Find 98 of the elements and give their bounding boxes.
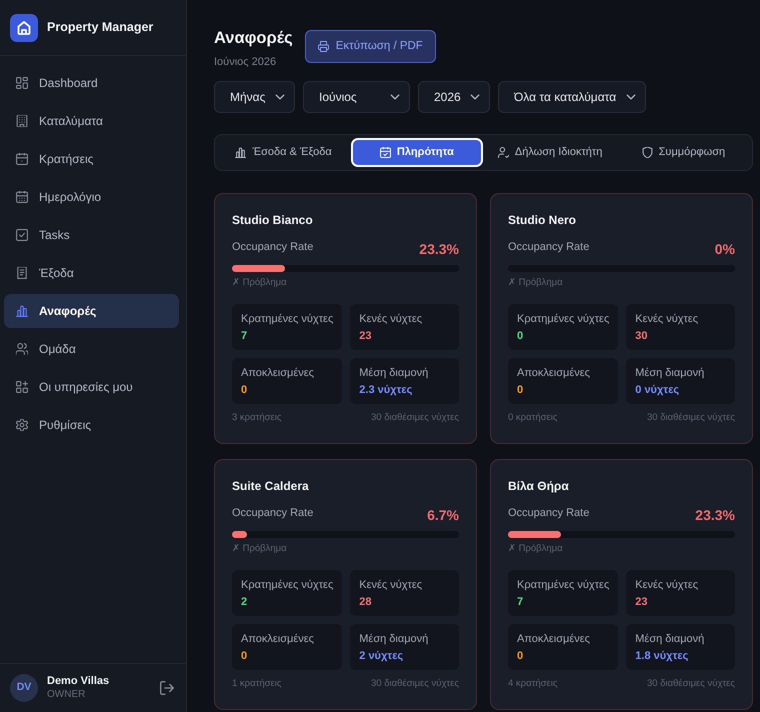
available-nights: 30 διαθέσιμες νύχτες	[646, 412, 735, 424]
stat-label: Κενές νύχτες	[635, 578, 700, 592]
nav-item[interactable]: Ομάδα	[4, 332, 179, 366]
checkbox-icon	[16, 229, 28, 241]
settings-icon	[16, 419, 28, 431]
bar-chart-icon	[16, 305, 28, 317]
filter-select[interactable]: 2026	[418, 81, 490, 113]
stat-label: Αποκλεισμένες	[241, 632, 315, 646]
stat-value: 2 νύχτες	[359, 649, 404, 663]
tab-button[interactable]: Πληρότητα	[351, 138, 482, 167]
stat-label: Μέση διαμονή	[359, 632, 430, 646]
tab-button[interactable]: Δήλωση Ιδιοκτήτη	[484, 138, 616, 167]
user-role: OWNER	[47, 688, 86, 701]
status-text: ✗ Πρόβλημα	[232, 543, 288, 555]
filter-select[interactable]: Ιούνιος	[303, 81, 410, 113]
stat-value: 2.3 νύχτες	[359, 383, 414, 397]
occupancy-rate: 0%	[714, 241, 735, 257]
property-name: Studio Nero	[508, 213, 577, 228]
stat-label: Μέση διαμονή	[635, 632, 706, 646]
calendar-icon	[16, 153, 28, 165]
stat-value: 1.8 νύχτες	[635, 649, 690, 663]
tab-button[interactable]: Έσοδα & Έξοδα	[218, 138, 350, 167]
stat-value: 0	[517, 383, 524, 397]
bookings-count: 3 κρατήσεις	[232, 412, 282, 424]
available-nights: 30 διαθέσιμες νύχτες	[370, 678, 459, 690]
tab-button[interactable]: Συμμόρφωση	[618, 138, 749, 167]
stat-label: Κρατημένες νύχτες	[241, 578, 334, 592]
printer-icon	[318, 41, 329, 52]
stat-value: 0	[241, 649, 248, 663]
avatar: DV	[10, 674, 38, 702]
stat-label: Κρατημένες νύχτες	[241, 312, 334, 326]
property-name: Suite Caldera	[232, 479, 310, 494]
rate-label: Occupancy Rate	[508, 506, 590, 520]
status-text: ✗ Πρόβλημα	[508, 277, 564, 289]
bookings-count: 4 κρατήσεις	[508, 678, 558, 690]
bar-chart-icon	[235, 147, 246, 158]
logout-icon	[160, 681, 174, 695]
brand-name: Property Manager	[47, 19, 154, 36]
stat-label: Κρατημένες νύχτες	[517, 312, 610, 326]
stat-value: 2	[241, 595, 248, 609]
nav-item[interactable]: Έξοδα	[4, 256, 179, 290]
stat-value: 0	[517, 329, 524, 343]
stat-label: Κενές νύχτες	[359, 578, 424, 592]
stat-value: 28	[359, 595, 373, 609]
available-nights: 30 διαθέσιμες νύχτες	[370, 412, 459, 424]
user-icon	[498, 147, 509, 158]
calendar-icon	[16, 191, 28, 203]
stat-label: Κενές νύχτες	[635, 312, 700, 326]
stat-value: 30	[635, 329, 649, 343]
page-title: Αναφορές	[214, 28, 293, 48]
nav-item[interactable]: Αναφορές	[4, 294, 179, 328]
nav-item[interactable]: Ρυθμίσεις	[4, 408, 179, 442]
occupancy-rate: 23.3%	[695, 507, 735, 523]
rate-label: Occupancy Rate	[232, 506, 314, 520]
stat-label: Αποκλεισμένες	[517, 366, 591, 380]
calendar-icon	[380, 147, 391, 158]
status-text: ✗ Πρόβλημα	[508, 543, 564, 555]
stat-value: 23	[635, 595, 649, 609]
nav-item[interactable]: Οι υπηρεσίες μου	[4, 370, 179, 404]
period-label: Ιούνιος 2026	[214, 56, 278, 68]
nav-item[interactable]: Dashboard	[4, 66, 179, 100]
logout-button[interactable]	[160, 681, 174, 695]
stat-label: Κενές νύχτες	[359, 312, 424, 326]
stat-value: 7	[517, 595, 524, 609]
stat-value: 7	[241, 329, 248, 343]
stat-label: Μέση διαμονή	[635, 366, 706, 380]
house-icon	[10, 14, 38, 42]
filter-select[interactable]: Μήνας	[214, 81, 295, 113]
nav-item[interactable]: Κρατήσεις	[4, 142, 179, 176]
property-name: Βίλα Θήρα	[508, 479, 570, 494]
occupancy-rate: 6.7%	[427, 507, 459, 523]
status-text: ✗ Πρόβλημα	[232, 277, 288, 289]
bookings-count: 0 κρατήσεις	[508, 412, 558, 424]
nav-item[interactable]: Καταλύματα	[4, 104, 179, 138]
stat-label: Αποκλεισμένες	[241, 366, 315, 380]
rate-label: Occupancy Rate	[232, 240, 314, 254]
stat-label: Αποκλεισμένες	[517, 632, 591, 646]
stat-value: 0	[241, 383, 248, 397]
nav-item[interactable]: Ημερολόγιο	[4, 180, 179, 214]
building-icon	[16, 115, 28, 127]
shield-icon	[642, 147, 653, 158]
grid-icon	[16, 77, 28, 89]
stat-value: 23	[359, 329, 373, 343]
grid-plus-icon	[16, 381, 28, 393]
property-name: Studio Bianco	[232, 213, 314, 228]
occupancy-rate: 23.3%	[419, 241, 459, 257]
user-name: Demo Villas	[47, 675, 110, 688]
receipt-icon	[16, 267, 28, 279]
users-icon	[16, 343, 28, 355]
stat-label: Μέση διαμονή	[359, 366, 430, 380]
rate-label: Occupancy Rate	[508, 240, 590, 254]
stat-value: 0 νύχτες	[635, 383, 680, 397]
bookings-count: 1 κρατήσεις	[232, 678, 282, 690]
print-button[interactable]: Εκτύπωση / PDF	[304, 30, 436, 63]
stat-value: 0	[517, 649, 524, 663]
stat-label: Κρατημένες νύχτες	[517, 578, 610, 592]
available-nights: 30 διαθέσιμες νύχτες	[646, 678, 735, 690]
nav-item[interactable]: Tasks	[4, 218, 179, 252]
